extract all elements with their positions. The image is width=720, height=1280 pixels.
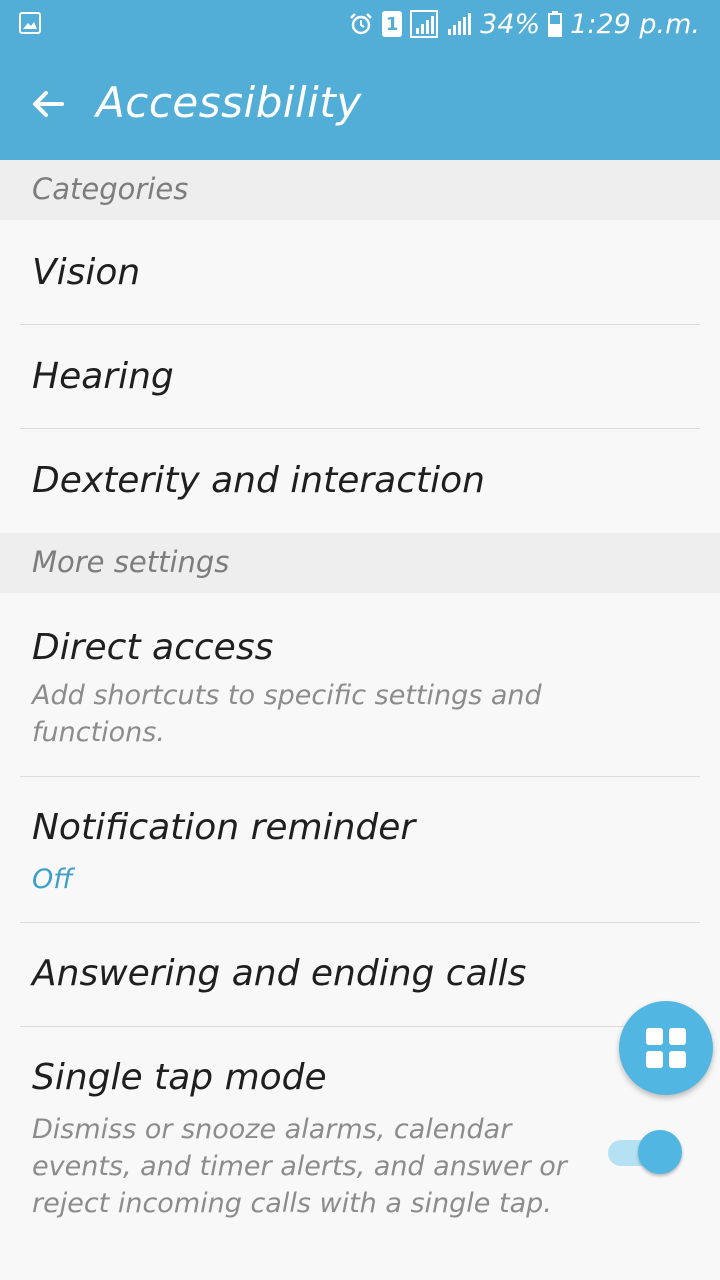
status-icons: 1 34% 1:29 p.m. bbox=[348, 6, 700, 42]
item-title: Answering and ending calls bbox=[32, 953, 527, 994]
clock: 1:29 p.m. bbox=[570, 8, 700, 40]
list-item-vision[interactable]: Vision bbox=[0, 220, 720, 324]
item-title: Vision bbox=[32, 252, 141, 293]
list-item-direct-access[interactable]: Direct access Add shortcuts to specific … bbox=[0, 593, 720, 776]
section-label: More settings bbox=[32, 545, 230, 579]
item-summary: Dismiss or snooze alarms, calendar event… bbox=[32, 1114, 567, 1219]
list-item-dexterity[interactable]: Dexterity and interaction bbox=[0, 429, 720, 533]
section-header-more-settings: More settings bbox=[0, 533, 720, 593]
sim-icon: 1 bbox=[382, 11, 403, 37]
signal-icon bbox=[410, 10, 439, 38]
toggle-thumb bbox=[638, 1130, 682, 1174]
apps-fab-button[interactable] bbox=[619, 1001, 713, 1095]
item-value: Off bbox=[32, 864, 73, 895]
image-icon bbox=[19, 12, 41, 34]
item-summary: Add shortcuts to specific settings and f… bbox=[32, 680, 542, 748]
item-title: Notification reminder bbox=[32, 807, 416, 848]
list-item-notification-reminder[interactable]: Notification reminder Off bbox=[0, 777, 720, 922]
item-title: Hearing bbox=[32, 356, 174, 397]
item-title: Single tap mode bbox=[32, 1057, 327, 1098]
settings-list: Categories Vision Hearing Dexterity and … bbox=[0, 160, 720, 1280]
battery-percent: 34% bbox=[480, 8, 541, 40]
apps-grid-icon bbox=[646, 1028, 686, 1068]
battery-icon bbox=[548, 11, 563, 37]
signal-icon bbox=[448, 13, 472, 35]
alarm-icon bbox=[350, 13, 373, 35]
app-bar: Accessibility bbox=[0, 48, 720, 160]
section-label: Categories bbox=[32, 172, 189, 206]
list-item-hearing[interactable]: Hearing bbox=[0, 325, 720, 428]
section-header-categories: Categories bbox=[0, 160, 720, 220]
list-item-answering-calls[interactable]: Answering and ending calls bbox=[0, 923, 720, 1026]
item-title: Dexterity and interaction bbox=[32, 460, 485, 501]
single-tap-toggle[interactable] bbox=[606, 1130, 684, 1176]
status-bar: 1 34% 1:29 p.m. bbox=[0, 0, 720, 48]
page-title: Accessibility bbox=[96, 78, 362, 127]
arrow-left-icon[interactable] bbox=[28, 84, 68, 124]
item-title: Direct access bbox=[32, 627, 274, 668]
